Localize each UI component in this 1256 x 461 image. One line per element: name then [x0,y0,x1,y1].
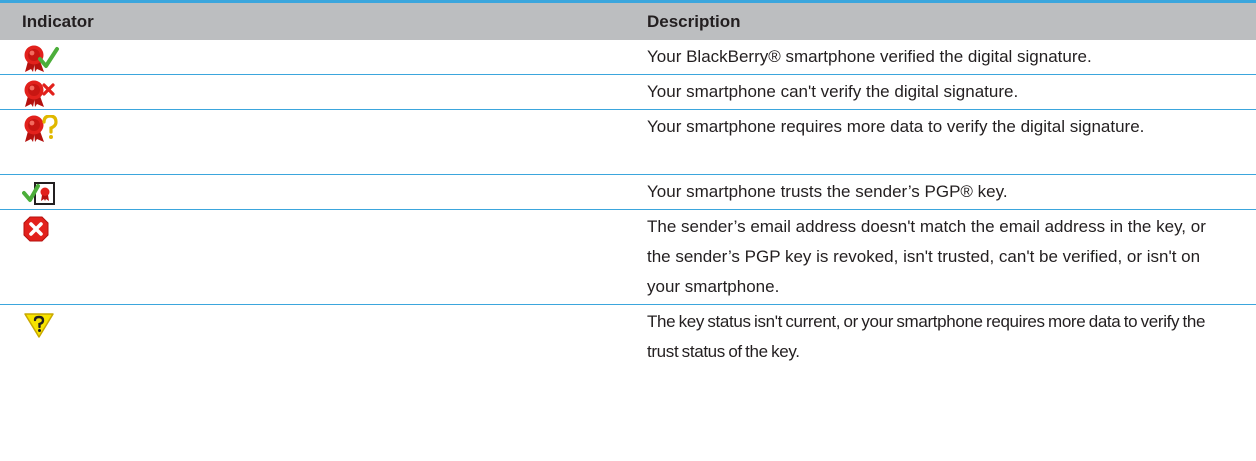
table-row: Your smartphone trusts the sender’s PGP®… [0,175,1256,210]
row-description: Your smartphone trusts the sender’s PGP®… [647,182,1008,201]
row-description: Your smartphone can't verify the digital… [647,82,1019,101]
row-description: Your BlackBerry® smartphone verified the… [647,47,1092,66]
table-header: Indicator Description [0,0,1256,40]
row-description: Your smartphone requires more data to ve… [647,117,1145,136]
table-row: Your smartphone can't verify the digital… [0,75,1256,110]
table-row: The key status isn't current, or your sm… [0,305,1256,371]
table-row: The sender’s email address doesn't match… [0,210,1256,305]
signature-more-data-icon [22,114,74,150]
header-description: Description [647,12,741,31]
row-description: The key status isn't current, or your sm… [647,312,1206,361]
header-indicator: Indicator [22,12,94,31]
table-row: Your smartphone requires more data to ve… [0,110,1256,175]
row-description: The sender’s email address doesn't match… [647,217,1206,296]
signature-not-verified-icon [22,80,74,113]
key-status-unknown-icon [22,311,56,344]
pgp-key-trusted-icon [22,180,74,213]
signature-verified-icon [22,45,74,78]
pgp-key-error-icon [22,215,50,248]
table-row: Your BlackBerry® smartphone verified the… [0,40,1256,75]
